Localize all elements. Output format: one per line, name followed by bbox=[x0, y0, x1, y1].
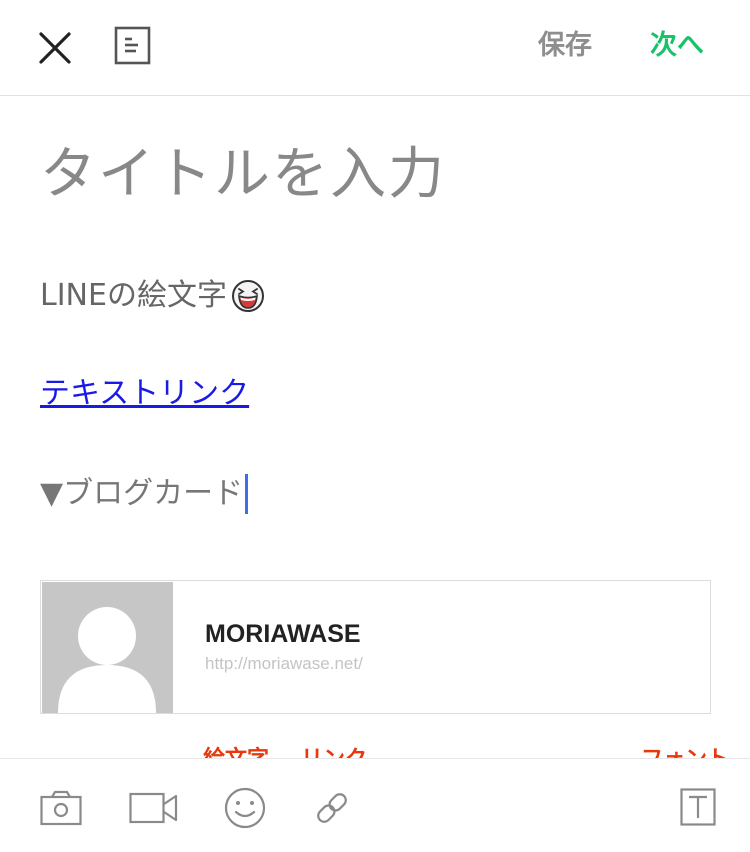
link-icon bbox=[317, 793, 347, 823]
card-thumbnail bbox=[42, 582, 173, 713]
title-input[interactable]: タイトルを入力 bbox=[40, 140, 446, 210]
card-title: MORIAWASE bbox=[205, 620, 361, 648]
text-link[interactable]: テキストリンク bbox=[40, 372, 249, 416]
smiley-icon bbox=[224, 787, 266, 829]
avatar-placeholder-icon bbox=[58, 607, 156, 713]
camera-button[interactable] bbox=[40, 790, 82, 830]
bottom-toolbar bbox=[0, 758, 750, 852]
camera-icon bbox=[40, 790, 82, 826]
text-cursor bbox=[245, 474, 249, 514]
blogcard-label-line[interactable]: ▼ブログカード bbox=[40, 472, 249, 516]
video-icon bbox=[129, 792, 178, 824]
emoji-line-text: LINEの絵文字 bbox=[40, 278, 227, 313]
close-button[interactable] bbox=[36, 29, 74, 67]
document-button[interactable] bbox=[114, 26, 152, 66]
video-button[interactable] bbox=[129, 792, 179, 828]
blog-card[interactable]: MORIAWASE http://moriawase.net/ bbox=[40, 580, 711, 714]
top-bar: 保存 次へ bbox=[0, 0, 750, 96]
laughing-emoji-icon bbox=[231, 279, 265, 313]
blogcard-label-text: ▼ブログカード bbox=[40, 476, 244, 511]
emoji-text-line[interactable]: LINEの絵文字 bbox=[40, 274, 265, 318]
save-button[interactable]: 保存 bbox=[538, 26, 592, 66]
card-url: http://moriawase.net/ bbox=[205, 654, 363, 673]
emoji-button[interactable] bbox=[224, 787, 266, 833]
link-button[interactable] bbox=[313, 789, 351, 831]
document-icon bbox=[114, 26, 151, 65]
next-button[interactable]: 次へ bbox=[650, 26, 704, 66]
font-button[interactable] bbox=[680, 788, 716, 830]
font-icon bbox=[680, 788, 716, 826]
close-icon bbox=[39, 32, 71, 64]
